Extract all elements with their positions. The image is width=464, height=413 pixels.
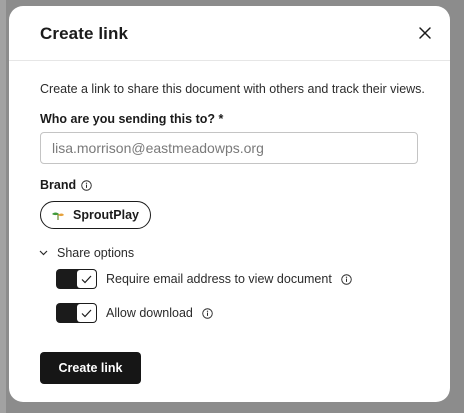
allow-download-toggle[interactable] [56,303,97,323]
create-link-dialog: Create link Create a link to share this … [9,6,450,402]
recipient-email-input[interactable] [40,132,418,164]
dialog-header: Create link [9,6,450,61]
brand-label: Brand [40,178,77,192]
option-row-require-email: Require email address to view document [56,269,352,289]
sproutplay-logo-icon [52,212,64,220]
brand-label-row: Brand [40,178,92,192]
toggle-knob [77,304,96,322]
dialog-title: Create link [40,24,129,43]
recipient-label: Who are you sending this to? * [40,112,224,126]
toggle-knob [77,270,96,288]
check-icon [81,309,92,317]
close-icon [419,27,431,39]
require-email-toggle[interactable] [56,269,97,289]
option-row-allow-download: Allow download [56,303,213,323]
dialog-description: Create a link to share this document wit… [40,82,425,96]
info-icon[interactable] [202,307,213,319]
background-strip [0,0,6,413]
require-email-label: Require email address to view document [106,272,332,286]
close-button[interactable] [418,26,432,40]
info-icon[interactable] [81,179,92,191]
info-icon[interactable] [341,273,352,285]
chevron-down-icon [39,250,48,256]
brand-name: SproutPlay [73,208,139,222]
brand-selector-chip[interactable]: SproutPlay [40,201,151,229]
share-options-toggle[interactable]: Share options [39,246,134,260]
allow-download-label: Allow download [106,306,193,320]
check-icon [81,275,92,283]
create-link-button[interactable]: Create link [40,352,141,384]
share-options-label: Share options [57,246,135,260]
